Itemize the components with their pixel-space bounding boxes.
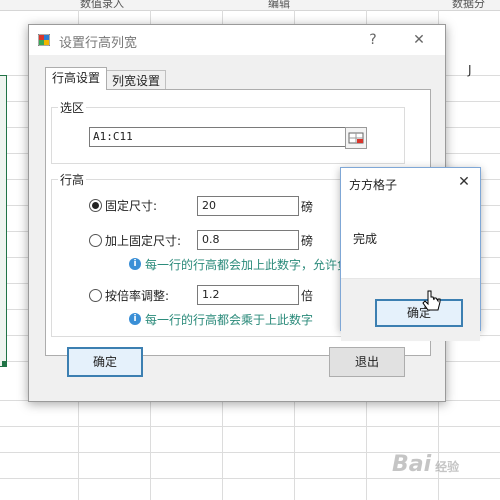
fill-handle[interactable] xyxy=(2,361,7,366)
column-letter: J xyxy=(468,63,472,77)
ribbon-item[interactable]: 编辑 xyxy=(268,0,290,11)
add-fixed-input[interactable]: 0.8 xyxy=(197,230,299,250)
watermark-text: Bai xyxy=(392,452,432,477)
fixed-size-unit: 磅 xyxy=(301,200,314,214)
radio-multiply-label[interactable]: 按倍率调整: xyxy=(105,287,169,304)
info-icon: i xyxy=(129,258,141,270)
fixed-size-input[interactable]: 20 xyxy=(197,196,299,216)
multiply-unit: 倍 xyxy=(301,289,314,303)
message-box-title: 方方格子 xyxy=(349,178,398,192)
range-input[interactable]: A1:C11 xyxy=(89,127,346,147)
radio-fixed-size-label[interactable]: 固定尺寸: xyxy=(105,197,157,214)
add-fixed-unit: 磅 xyxy=(301,234,314,248)
message-text: 完成 xyxy=(353,232,378,246)
exit-button[interactable]: 退出 xyxy=(329,347,405,377)
multiply-hint: 每一行的行高都会乘于上此数字 xyxy=(145,313,314,327)
tab-row-height[interactable]: 行高设置 xyxy=(45,67,107,90)
message-box-close-button[interactable]: ✕ xyxy=(455,172,473,192)
row-height-group-title: 行高 xyxy=(58,171,87,188)
selected-range-edge xyxy=(0,75,7,367)
message-box-footer: 确定 xyxy=(341,278,480,341)
radio-multiply[interactable] xyxy=(89,289,102,302)
help-button[interactable]: ? xyxy=(363,30,383,50)
ok-button[interactable]: 确定 xyxy=(67,347,143,377)
message-ok-button[interactable]: 确定 xyxy=(375,299,463,327)
selection-group-title: 选区 xyxy=(58,99,87,116)
radio-add-fixed-label[interactable]: 加上固定尺寸: xyxy=(105,232,181,249)
ribbon-item[interactable]: 数值录入 xyxy=(80,0,124,11)
dialog-close-button[interactable]: ✕ xyxy=(409,30,429,50)
ribbon-strip: 数值录入 编辑 数据分 xyxy=(0,0,500,11)
message-box-body: 完成 确定 xyxy=(341,200,480,341)
app-icon xyxy=(38,34,50,46)
tab-column-width[interactable]: 列宽设置 xyxy=(106,70,166,91)
range-picker-icon xyxy=(348,132,364,144)
ribbon-item[interactable]: 数据分 xyxy=(452,0,485,11)
dialog-title: 设置行高列宽 xyxy=(59,36,138,51)
dialog-titlebar[interactable]: 设置行高列宽 ? ✕ xyxy=(29,25,445,55)
info-icon: i xyxy=(129,313,141,325)
watermark-suffix: 经验 xyxy=(435,460,460,474)
message-box: 方方格子 ✕ 完成 确定 xyxy=(340,167,481,341)
radio-fixed-size[interactable] xyxy=(89,199,102,212)
radio-add-fixed[interactable] xyxy=(89,234,102,247)
watermark: Bai 经验 xyxy=(392,452,459,477)
range-picker-button[interactable] xyxy=(345,127,367,149)
mouse-cursor-icon xyxy=(422,290,441,311)
multiply-input[interactable]: 1.2 xyxy=(197,285,299,305)
